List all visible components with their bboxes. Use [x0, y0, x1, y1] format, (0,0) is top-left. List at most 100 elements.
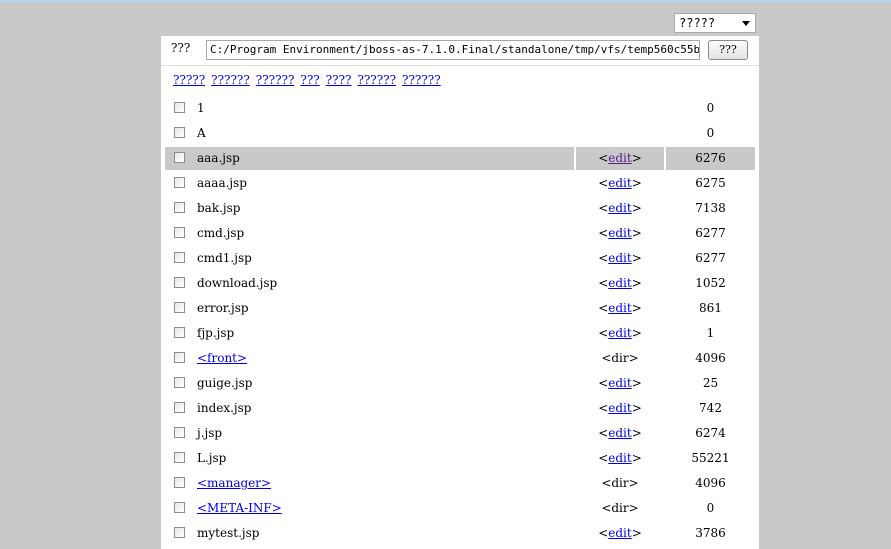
file-action-cell: <edit> [598, 276, 642, 290]
action-link-4[interactable]: ???? [326, 73, 352, 87]
file-checkbox[interactable] [174, 377, 185, 388]
file-size: 6277 [695, 226, 726, 240]
file-action-cell: <edit> [598, 376, 642, 390]
action-select-value: ????? [679, 16, 716, 30]
checkbox-cell [165, 272, 194, 295]
edit-link[interactable]: edit [608, 376, 631, 390]
file-name-cell: download.jsp [194, 272, 574, 295]
file-row: 10 [165, 96, 755, 121]
file-row: bak.jsp <edit> 7138 [165, 196, 755, 221]
dir-link[interactable]: <META-INF> [197, 501, 282, 515]
file-name: j.jsp [197, 426, 223, 440]
file-action-cell: <edit> [598, 301, 642, 315]
file-size: 7138 [695, 201, 726, 215]
dropdown-arrow-icon [742, 21, 750, 26]
file-row: j.jsp <edit> 6274 [165, 421, 755, 446]
file-checkbox[interactable] [174, 227, 185, 238]
file-row: guige.jsp <edit> 25 [165, 371, 755, 396]
edit-link[interactable]: edit [608, 151, 631, 165]
edit-link[interactable]: edit [608, 301, 631, 315]
file-checkbox[interactable] [174, 252, 185, 263]
file-name-cell: fjp.jsp [194, 322, 574, 345]
file-checkbox[interactable] [174, 177, 185, 188]
edit-link[interactable]: edit [608, 401, 631, 415]
checkbox-cell [165, 222, 194, 245]
file-size: 25 [702, 376, 719, 390]
file-manager-panel: ??? C:/Program Environment/jboss-as-7.1.… [161, 36, 759, 549]
file-action-cell: <edit> [598, 326, 642, 340]
path-go-button[interactable]: ??? [708, 40, 748, 60]
edit-link[interactable]: edit [608, 201, 631, 215]
file-action-cell: <edit> [598, 251, 642, 265]
file-checkbox[interactable] [174, 277, 185, 288]
file-action-cell: <edit> [598, 401, 642, 415]
action-link-6[interactable]: ?????? [402, 73, 441, 87]
file-checkbox[interactable] [174, 127, 185, 138]
file-size: 3786 [695, 526, 726, 540]
action-links: ???????????????????????????????????? [173, 73, 447, 87]
file-checkbox[interactable] [174, 152, 185, 163]
file-row: index.jsp <edit> 742 [165, 396, 755, 421]
file-action-cell: <edit> [598, 526, 642, 540]
file-checkbox[interactable] [174, 527, 185, 538]
edit-link[interactable]: edit [608, 451, 631, 465]
file-size: 1 [706, 326, 715, 340]
file-name: cmd.jsp [197, 226, 245, 240]
file-size: 742 [699, 401, 722, 415]
checkbox-cell [165, 497, 194, 520]
file-row: L.jsp <edit> 55221 [165, 446, 755, 471]
checkbox-cell [165, 347, 194, 370]
path-bar: ??? C:/Program Environment/jboss-as-7.1.… [161, 36, 759, 66]
file-checkbox[interactable] [174, 352, 185, 363]
action-link-3[interactable]: ??? [300, 73, 319, 87]
path-input[interactable]: C:/Program Environment/jboss-as-7.1.0.Fi… [206, 40, 700, 60]
action-link-5[interactable]: ?????? [357, 73, 396, 87]
file-name: guige.jsp [197, 376, 253, 390]
file-checkbox[interactable] [174, 327, 185, 338]
file-row: A0 [165, 121, 755, 146]
checkbox-cell [165, 372, 194, 395]
file-checkbox[interactable] [174, 477, 185, 488]
file-checkbox[interactable] [174, 452, 185, 463]
edit-link[interactable]: edit [608, 226, 631, 240]
file-name-cell: <META-INF> [194, 497, 574, 520]
edit-link[interactable]: edit [608, 251, 631, 265]
action-select[interactable]: ????? [674, 13, 756, 33]
file-checkbox[interactable] [174, 427, 185, 438]
file-name: cmd1.jsp [197, 251, 252, 265]
file-row: cmd.jsp <edit> 6277 [165, 221, 755, 246]
dir-link[interactable]: <front> [197, 351, 247, 365]
file-checkbox[interactable] [174, 302, 185, 313]
file-name: bak.jsp [197, 201, 241, 215]
file-checkbox[interactable] [174, 102, 185, 113]
action-link-1[interactable]: ?????? [211, 73, 250, 87]
file-name-cell: aaa.jsp [194, 147, 574, 170]
dir-link[interactable]: <manager> [197, 476, 271, 490]
action-link-2[interactable]: ?????? [256, 73, 295, 87]
file-list: 1 0 A 0 aaa.jsp <edit> 6276 aaaa.jsp <edit> 6275 b… [165, 96, 755, 546]
edit-link[interactable]: edit [608, 176, 631, 190]
file-name-cell: A [194, 122, 574, 145]
edit-link[interactable]: edit [608, 526, 631, 540]
file-action-cell: <dir> [576, 472, 664, 495]
file-size: 0 [706, 126, 715, 140]
file-action-cell: <dir> [576, 497, 664, 520]
edit-link[interactable]: edit [608, 276, 631, 290]
file-name: 1 [197, 101, 205, 115]
file-checkbox[interactable] [174, 202, 185, 213]
file-name-cell: error.jsp [194, 297, 574, 320]
file-name-cell: j.jsp [194, 422, 574, 445]
file-name-cell: cmd.jsp [194, 222, 574, 245]
checkbox-cell [165, 422, 194, 445]
action-link-0[interactable]: ????? [173, 73, 205, 87]
file-size: 4096 [695, 351, 726, 365]
file-checkbox[interactable] [174, 502, 185, 513]
checkbox-cell [165, 297, 194, 320]
checkbox-cell [165, 522, 194, 545]
file-name: mytest.jsp [197, 526, 260, 540]
edit-link[interactable]: edit [608, 426, 631, 440]
edit-link[interactable]: edit [608, 326, 631, 340]
file-name: aaaa.jsp [197, 176, 247, 190]
file-checkbox[interactable] [174, 402, 185, 413]
file-size: 861 [699, 301, 722, 315]
